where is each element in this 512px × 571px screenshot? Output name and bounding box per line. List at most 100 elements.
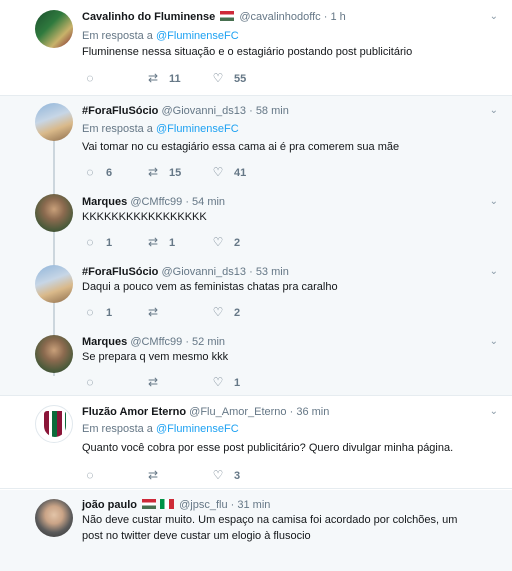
reply-icon: ◌ — [86, 235, 94, 249]
tweet[interactable]: Marques @CMffc99 · 54 min ⌄ KKKKKKKKKKKK… — [0, 190, 512, 260]
heart-icon: ♡ — [212, 468, 224, 482]
retweet-icon: ⇄ — [147, 468, 159, 482]
heart-icon: ♡ — [212, 71, 224, 85]
retweet-button[interactable]: ⇄ — [145, 305, 169, 319]
tweet-text: Fluminense nessa situação e o estagiário… — [82, 46, 413, 58]
reply-to-link[interactable]: @FluminenseFC — [156, 30, 239, 42]
reply-button[interactable]: ◌ — [82, 71, 106, 85]
timestamp[interactable]: · 31 min — [231, 499, 271, 511]
reply-icon: ◌ — [86, 468, 94, 482]
avatar[interactable] — [35, 103, 73, 141]
tweet-text: Quanto você cobra por esse post publicit… — [82, 442, 454, 454]
reply-to-link[interactable]: @FluminenseFC — [156, 123, 239, 135]
timestamp[interactable]: · 54 min — [185, 196, 225, 208]
tweet[interactable]: Fluzão Amor Eterno @Flu_Amor_Eterno · 36… — [0, 397, 512, 489]
handle[interactable]: @Giovanni_ds13 — [161, 266, 246, 278]
tweet-text-line: post no twitter deve custar um elogio à … — [82, 530, 311, 542]
like-button[interactable]: ♡ 2 — [210, 235, 241, 249]
display-name[interactable]: Fluzão Amor Eterno — [82, 406, 186, 418]
handle[interactable]: @jpsc_flu — [179, 499, 227, 511]
heart-icon: ♡ — [212, 235, 224, 249]
timestamp[interactable]: · 36 min — [290, 406, 330, 418]
retweet-button[interactable]: ⇄ 11 — [145, 71, 181, 85]
avatar[interactable] — [35, 194, 73, 232]
heart-icon: ♡ — [212, 165, 224, 179]
display-name[interactable]: Marques — [82, 336, 127, 348]
avatar[interactable] — [35, 499, 73, 537]
tweet[interactable]: #ForaFluSócio @Giovanni_ds13 · 58 min ⌄ … — [0, 96, 512, 190]
timestamp[interactable]: · 52 min — [185, 336, 225, 348]
tweet[interactable]: Marques @CMffc99 · 52 min ⌄ Se prepara q… — [0, 330, 512, 396]
like-button[interactable]: ♡ 2 — [210, 305, 241, 319]
reply-button[interactable]: ◌ 6 — [82, 165, 112, 179]
tweet[interactable]: #ForaFluSócio @Giovanni_ds13 · 53 min ⌄ … — [0, 260, 512, 330]
heart-icon: ♡ — [212, 375, 224, 389]
chevron-down-icon[interactable]: ⌄ — [490, 336, 498, 347]
tweet-text: Vai tomar no cu estagiário essa cama ai … — [82, 141, 400, 153]
italy-flag-icon — [160, 499, 175, 509]
tweet-header: Marques @CMffc99 · 52 min — [82, 336, 225, 348]
reply-icon: ◌ — [86, 71, 94, 85]
timestamp[interactable]: · 53 min — [249, 266, 289, 278]
reply-context: Em resposta a @FluminenseFC — [82, 423, 239, 435]
like-button[interactable]: ♡ 1 — [210, 375, 241, 389]
like-button[interactable]: ♡ 55 — [210, 71, 247, 85]
retweet-icon: ⇄ — [147, 165, 159, 179]
tweet-header: Cavalinho do Fluminense @cavalinhodoffc … — [82, 11, 346, 23]
timestamp[interactable]: · 58 min — [249, 105, 289, 117]
tweet-header: Fluzão Amor Eterno @Flu_Amor_Eterno · 36… — [82, 406, 329, 418]
chevron-down-icon[interactable]: ⌄ — [490, 196, 498, 207]
handle[interactable]: @Flu_Amor_Eterno — [189, 406, 286, 418]
retweet-icon: ⇄ — [147, 375, 159, 389]
handle[interactable]: @CMffc99 — [130, 336, 182, 348]
tweet[interactable]: joão paulo @jpsc_flu · 31 min Não deve c… — [0, 490, 512, 571]
like-button[interactable]: ♡ 3 — [210, 468, 241, 482]
reply-button[interactable]: ◌ — [82, 375, 106, 389]
retweet-icon: ⇄ — [147, 305, 159, 319]
retweet-icon: ⇄ — [147, 235, 159, 249]
reply-button[interactable]: ◌ — [82, 468, 106, 482]
tweet-text: KKKKKKKKKKKKKKKKK — [82, 211, 207, 223]
tweet[interactable]: Cavalinho do Fluminense @cavalinhodoffc … — [0, 0, 512, 96]
hungary-flag-icon — [220, 11, 235, 21]
chevron-down-icon[interactable]: ⌄ — [490, 406, 498, 417]
retweet-button[interactable]: ⇄ 15 — [145, 165, 181, 179]
handle[interactable]: @cavalinhodoffc — [239, 11, 320, 23]
heart-icon: ♡ — [212, 305, 224, 319]
timestamp[interactable]: · 1 h — [324, 11, 346, 23]
display-name[interactable]: joão paulo — [82, 499, 137, 511]
chevron-down-icon[interactable]: ⌄ — [490, 11, 498, 22]
avatar[interactable] — [35, 10, 73, 48]
chevron-down-icon[interactable]: ⌄ — [490, 105, 498, 116]
chevron-down-icon[interactable]: ⌄ — [490, 266, 498, 277]
hungary-flag-icon — [142, 499, 157, 509]
reply-button[interactable]: ◌ 1 — [82, 235, 112, 249]
retweet-button[interactable]: ⇄ 1 — [145, 235, 175, 249]
reply-context: Em resposta a @FluminenseFC — [82, 30, 239, 42]
retweet-icon: ⇄ — [147, 71, 159, 85]
display-name[interactable]: #ForaFluSócio — [82, 105, 158, 117]
handle[interactable]: @CMffc99 — [130, 196, 182, 208]
tweet-header: joão paulo @jpsc_flu · 31 min — [82, 499, 270, 511]
avatar[interactable] — [35, 265, 73, 303]
retweet-button[interactable]: ⇄ — [145, 375, 169, 389]
reply-to-link[interactable]: @FluminenseFC — [156, 423, 239, 435]
display-name[interactable]: #ForaFluSócio — [82, 266, 158, 278]
reply-button[interactable]: ◌ 1 — [82, 305, 112, 319]
tweet-text: Se prepara q vem mesmo kkk — [82, 351, 229, 363]
reply-icon: ◌ — [86, 375, 94, 389]
tweet-text: Daqui a pouco vem as feministas chatas p… — [82, 281, 338, 293]
avatar[interactable] — [35, 335, 73, 373]
avatar[interactable] — [35, 405, 73, 443]
fluminense-shield-icon — [44, 411, 66, 437]
display-name[interactable]: Marques — [82, 196, 127, 208]
handle[interactable]: @Giovanni_ds13 — [161, 105, 246, 117]
reply-icon: ◌ — [86, 305, 94, 319]
tweet-text-line: Não deve custar muito. Um espaço na cami… — [82, 514, 458, 526]
retweet-button[interactable]: ⇄ — [145, 468, 169, 482]
tweet-header: #ForaFluSócio @Giovanni_ds13 · 58 min — [82, 105, 289, 117]
display-name[interactable]: Cavalinho do Fluminense — [82, 11, 215, 23]
reply-icon: ◌ — [86, 165, 94, 179]
tweet-header: #ForaFluSócio @Giovanni_ds13 · 53 min — [82, 266, 289, 278]
like-button[interactable]: ♡ 41 — [210, 165, 247, 179]
